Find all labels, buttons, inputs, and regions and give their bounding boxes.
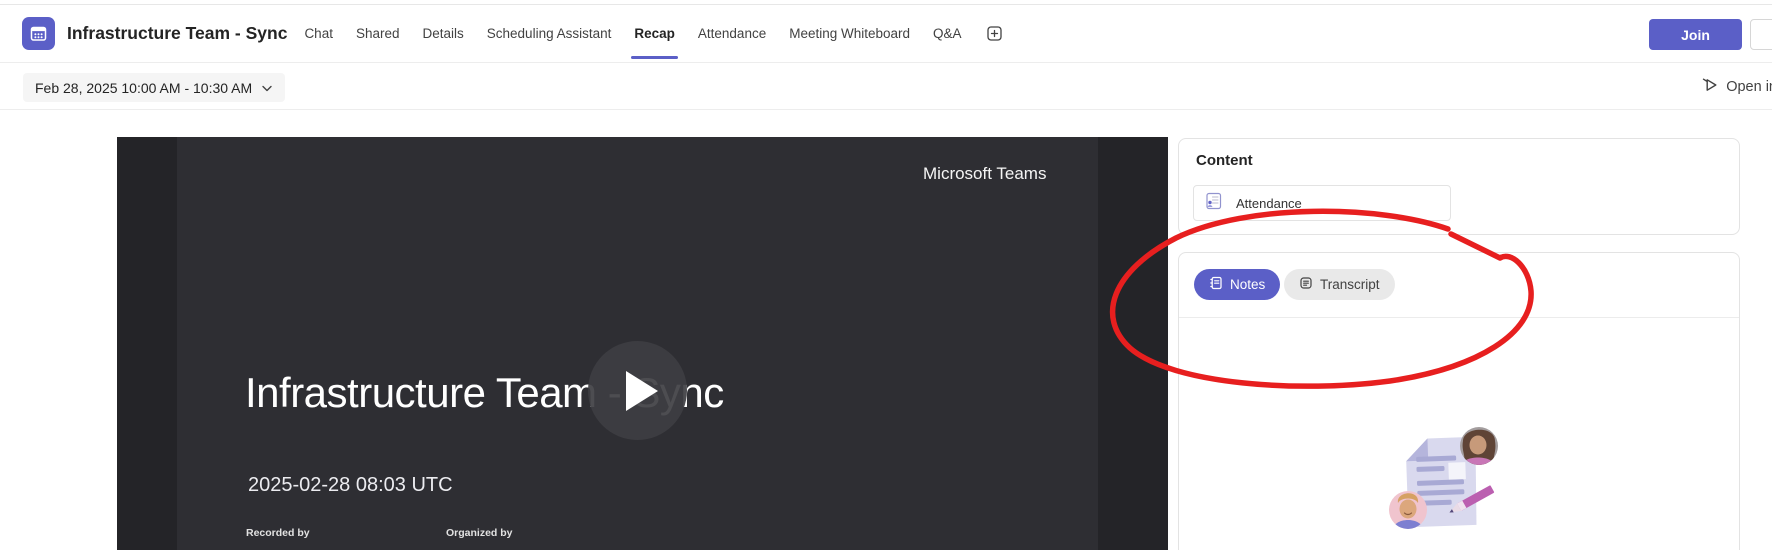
notes-icon [1209, 276, 1223, 293]
occurrence-bar: Feb 28, 2025 10:00 AM - 10:30 AM Open in [0, 64, 1772, 110]
teams-calendar-icon [22, 17, 55, 50]
tab-meeting-whiteboard[interactable]: Meeting Whiteboard [789, 5, 910, 62]
transcript-tab-button[interactable]: Transcript [1284, 269, 1395, 300]
date-range-label: Feb 28, 2025 10:00 AM - 10:30 AM [35, 79, 253, 96]
video-watermark: Microsoft Teams [923, 164, 1047, 183]
add-tab-icon[interactable] [986, 25, 1003, 42]
play-button[interactable] [588, 341, 687, 440]
tab-qa[interactable]: Q&A [933, 5, 962, 62]
attendance-item-label: Attendance [1236, 195, 1302, 211]
organized-by-label: Organized by [446, 527, 513, 539]
video-left-rail [117, 137, 177, 550]
tab-attendance[interactable]: Attendance [698, 5, 766, 62]
content-card-title: Content [1196, 152, 1253, 169]
page-title: Infrastructure Team - Sync [67, 23, 288, 43]
attendance-file-icon [1204, 192, 1224, 215]
open-in-icon [1701, 76, 1719, 98]
content-card: Content Attendance [1178, 138, 1740, 235]
open-in-label: Open in [1726, 79, 1772, 95]
attendance-content-item[interactable]: Attendance [1193, 185, 1451, 221]
chevron-down-icon [261, 80, 273, 96]
recorded-by-label: Recorded by [246, 527, 310, 539]
card-divider [1179, 317, 1739, 318]
notes-tab-button[interactable]: Notes [1194, 269, 1281, 300]
notes-card: Notes Transcript [1178, 252, 1740, 550]
video-right-rail [1098, 137, 1168, 550]
transcript-tab-label: Transcript [1320, 277, 1380, 292]
tab-shared[interactable]: Shared [356, 5, 400, 62]
notes-empty-illustration [1387, 423, 1507, 540]
header-overflow-button[interactable] [1750, 19, 1772, 50]
play-icon [625, 370, 658, 411]
notes-tab-label: Notes [1230, 277, 1266, 292]
join-button[interactable]: Join [1649, 19, 1742, 50]
open-in-button[interactable]: Open in [1701, 76, 1772, 98]
transcript-icon [1299, 276, 1313, 293]
meeting-header-bar: Infrastructure Team - Sync Chat Shared D… [0, 5, 1772, 63]
meeting-tabs: Chat Shared Details Scheduling Assistant… [304, 5, 1002, 62]
recording-video-player[interactable]: Microsoft Teams Infrastructure Team - Sy… [117, 137, 1168, 550]
video-timestamp: 2025-02-28 08:03 UTC [248, 474, 453, 496]
tab-scheduling-assistant[interactable]: Scheduling Assistant [487, 5, 612, 62]
tab-chat[interactable]: Chat [304, 5, 333, 62]
tab-details[interactable]: Details [423, 5, 464, 62]
tab-recap[interactable]: Recap [631, 5, 678, 62]
meeting-recap-page: Infrastructure Team - Sync Chat Shared D… [0, 0, 1772, 550]
date-range-dropdown[interactable]: Feb 28, 2025 10:00 AM - 10:30 AM [23, 73, 286, 102]
